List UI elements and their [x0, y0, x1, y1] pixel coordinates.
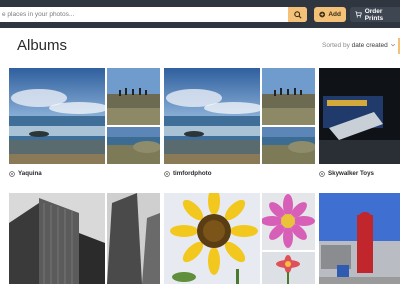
album-cover-photo	[9, 68, 105, 164]
plus-circle-icon	[319, 11, 326, 18]
album-photo	[107, 68, 160, 125]
sort-value: date created	[351, 42, 388, 49]
album-icon	[164, 170, 170, 177]
album-photo	[262, 252, 315, 284]
page-title: Albums	[17, 37, 68, 54]
order-prints-label: Order Prints	[364, 7, 384, 22]
album-name: Skywalker Toys	[328, 170, 374, 177]
album-icon	[319, 170, 325, 177]
album-name: timfordphoto	[173, 170, 212, 177]
order-prints-button[interactable]: Order Prints	[350, 7, 400, 22]
album-icon	[9, 170, 15, 177]
add-button[interactable]: Add	[314, 7, 346, 22]
sort-selector[interactable]: Sorted by date created	[322, 42, 396, 49]
album-cover-photo	[164, 193, 260, 284]
album-photo	[262, 193, 315, 250]
search-input[interactable]: e places in your photos...	[0, 7, 307, 22]
album-photo	[262, 127, 315, 164]
album-cover-photo	[319, 68, 400, 164]
album-card[interactable]	[319, 193, 400, 284]
album-caption: timfordphoto	[164, 170, 212, 177]
shopping-cart-icon	[355, 11, 362, 18]
add-button-label: Add	[328, 11, 341, 18]
album-photo	[107, 193, 160, 284]
sort-prefix: Sorted by	[322, 42, 350, 49]
chevron-down-icon	[390, 44, 395, 47]
album-photo	[107, 127, 160, 164]
album-card-timfordphoto[interactable]: timfordphoto	[164, 68, 315, 184]
album-caption: Skywalker Toys	[319, 170, 374, 177]
album-name: Yaquina	[18, 170, 42, 177]
album-caption: Yaquina	[9, 170, 42, 177]
search-icon	[293, 10, 302, 19]
album-cover-photo	[164, 68, 260, 164]
album-cover-photo	[9, 193, 105, 284]
album-card[interactable]	[164, 193, 315, 284]
album-card-skywalker-toys[interactable]: Skywalker Toys	[319, 68, 400, 184]
album-cover-photo	[319, 193, 400, 284]
album-photo	[262, 68, 315, 125]
album-card[interactable]	[9, 193, 160, 284]
search-button[interactable]	[288, 7, 307, 22]
album-card-yaquina[interactable]: Yaquina	[9, 68, 160, 184]
